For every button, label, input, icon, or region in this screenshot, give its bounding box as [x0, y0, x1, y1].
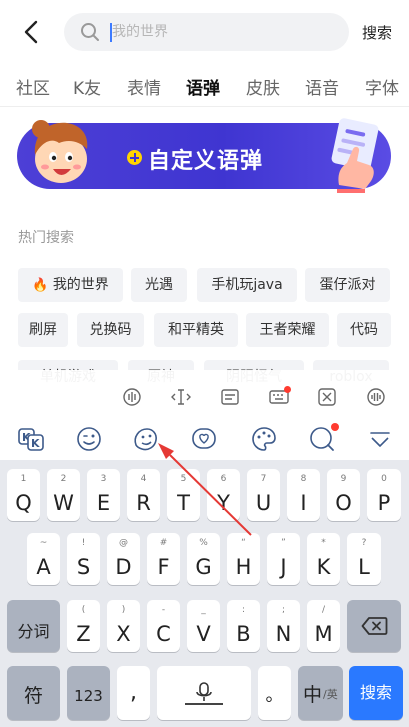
- key-o[interactable]: 9O: [327, 469, 360, 521]
- emoji-wink-icon[interactable]: [75, 425, 103, 453]
- document-hand-icon: [331, 118, 379, 193]
- notification-dot: [284, 386, 291, 393]
- key-p[interactable]: 0P: [367, 469, 401, 521]
- hot-chip[interactable]: 🔥 我的世界: [18, 268, 123, 302]
- tab-yudan[interactable]: 语弹: [186, 74, 220, 99]
- key-d[interactable]: @ D: [107, 533, 140, 585]
- key-g[interactable]: % G: [187, 533, 220, 585]
- notification-dot: [331, 423, 339, 431]
- hot-search-title: 热门搜索: [18, 230, 74, 246]
- comma-key[interactable]: ,: [117, 666, 150, 720]
- hot-chip[interactable]: 刷屏: [18, 313, 68, 347]
- fenci-key[interactable]: 分词: [7, 600, 60, 652]
- key-w[interactable]: 2W: [47, 469, 80, 521]
- key-c[interactable]: -C: [147, 600, 180, 652]
- hot-chip[interactable]: 王者荣耀: [246, 313, 329, 347]
- divider: [0, 106, 409, 107]
- header-bar: 搜索: [0, 0, 409, 64]
- hot-chip[interactable]: 光遇: [131, 268, 187, 302]
- cursor-move-icon[interactable]: [170, 386, 192, 408]
- tab-voice[interactable]: 语音: [305, 74, 339, 99]
- fire-icon: 🔥: [32, 278, 49, 293]
- period-key[interactable]: 。: [258, 666, 291, 720]
- key-x[interactable]: ) X: [107, 600, 140, 652]
- key-h[interactable]: “H: [227, 533, 260, 585]
- hot-chip[interactable]: 兑换码: [77, 313, 144, 347]
- close-box-icon[interactable]: [316, 386, 338, 408]
- key-y[interactable]: 6Y: [207, 469, 240, 521]
- banner-title: 自定义语弹: [148, 149, 264, 174]
- custom-yudan-banner[interactable]: 自定义语弹: [17, 118, 391, 193]
- search-key[interactable]: 搜索: [349, 666, 403, 720]
- tab-font[interactable]: 字体: [365, 74, 399, 99]
- keyboard: 1Q 2W 3E 4R 5T 6Y 7U 8I 9O 0P ~ A ! S @ D #…: [0, 460, 409, 727]
- collapse-keyboard-icon[interactable]: [366, 425, 394, 453]
- key-b[interactable]: :B: [227, 600, 260, 652]
- cartoon-character-icon: [32, 120, 88, 183]
- key-v[interactable]: _ V: [187, 600, 220, 652]
- back-arrow-icon[interactable]: [18, 18, 46, 46]
- search-icon: [80, 22, 100, 42]
- kk-logo-icon[interactable]: KK: [17, 425, 45, 453]
- tab-kyou[interactable]: K友: [73, 74, 101, 99]
- key-t[interactable]: 5T: [167, 469, 200, 521]
- language-switch-key[interactable]: 中 /英: [298, 666, 343, 720]
- key-i[interactable]: 8I: [287, 469, 320, 521]
- keyboard-toolbar-top: [0, 370, 409, 420]
- tab-community[interactable]: 社区: [16, 74, 50, 99]
- hot-chip[interactable]: 和平精英: [154, 313, 238, 347]
- svg-text:K: K: [31, 437, 40, 450]
- tab-skin[interactable]: 皮肤: [246, 74, 280, 99]
- key-j[interactable]: ” J: [267, 533, 300, 585]
- keyboard-toolbar: KK: [0, 418, 409, 460]
- microphone-icon: [196, 682, 212, 701]
- search-input[interactable]: [112, 17, 332, 47]
- key-r[interactable]: 4R: [127, 469, 160, 521]
- hot-chip[interactable]: 代码: [337, 313, 391, 347]
- search-button[interactable]: 搜索: [362, 22, 392, 43]
- symbol-key[interactable]: 符: [7, 666, 60, 720]
- key-l[interactable]: ? L: [347, 533, 381, 585]
- key-k[interactable]: * K: [307, 533, 340, 585]
- key-q[interactable]: 1Q: [7, 469, 40, 521]
- hot-chip[interactable]: 蛋仔派对: [305, 268, 390, 302]
- key-a[interactable]: ~ A: [27, 533, 60, 585]
- key-n[interactable]: ; N: [267, 600, 300, 652]
- clipboard-icon[interactable]: [219, 386, 241, 408]
- backspace-key[interactable]: [347, 600, 401, 652]
- key-s[interactable]: ! S: [67, 533, 100, 585]
- space-key[interactable]: [157, 666, 251, 720]
- tab-emoji[interactable]: 表情: [127, 74, 161, 99]
- number-key[interactable]: 123: [67, 666, 110, 720]
- key-z[interactable]: (Z: [67, 600, 100, 652]
- voice-record-icon[interactable]: [365, 386, 387, 408]
- search-box[interactable]: [64, 13, 349, 51]
- yudan-face-icon[interactable]: [131, 425, 159, 453]
- hot-chip[interactable]: 手机玩java: [197, 268, 297, 302]
- key-e[interactable]: 3E: [87, 469, 120, 521]
- voice-wave-icon[interactable]: [121, 386, 143, 408]
- key-m[interactable]: / M: [307, 600, 340, 652]
- heart-bubble-icon[interactable]: [190, 425, 218, 453]
- backspace-icon: [361, 617, 388, 635]
- space-bar-line: [185, 703, 223, 705]
- plus-icon: [127, 150, 142, 165]
- palette-icon[interactable]: [250, 425, 278, 453]
- key-u[interactable]: 7U: [247, 469, 280, 521]
- key-f[interactable]: # F: [147, 533, 180, 585]
- category-tabs: 社区 K友 表情 语弹 皮肤 语音 字体: [0, 66, 409, 106]
